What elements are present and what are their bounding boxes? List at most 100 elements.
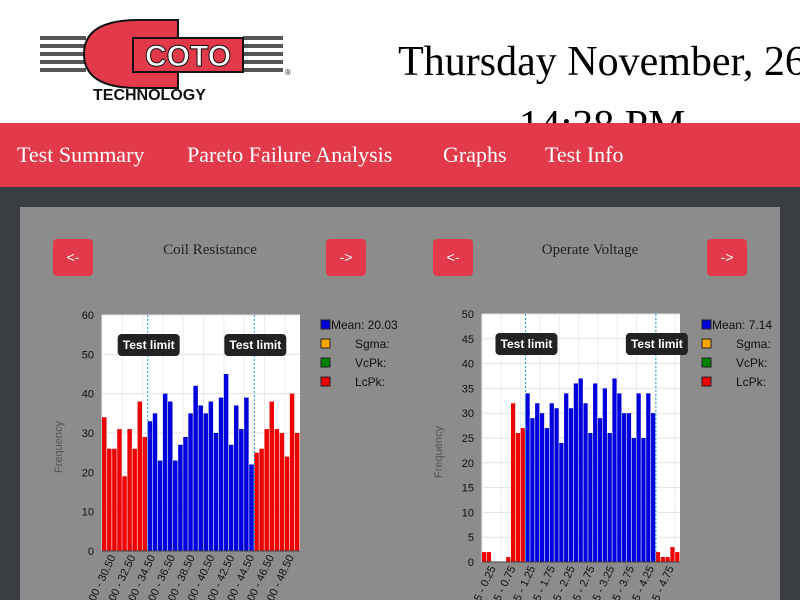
coil-bar xyxy=(284,456,290,551)
operate-bar xyxy=(588,433,593,562)
operate-bar xyxy=(651,413,656,562)
operate-bar xyxy=(622,413,627,562)
coil-bar xyxy=(178,444,183,551)
coil-bar xyxy=(162,393,168,551)
operate-bar xyxy=(510,403,516,562)
operate-y-tick-label: 40 xyxy=(462,359,474,371)
operate-y-tick-label: 0 xyxy=(468,557,474,569)
coil-bar xyxy=(228,444,234,551)
coil-bar xyxy=(142,436,148,551)
coil-bar xyxy=(294,433,300,551)
coil-test-limit-label: Test limit xyxy=(229,338,281,352)
operate-legend-swatch xyxy=(701,357,712,368)
operate-y-tick-label: 20 xyxy=(462,458,474,470)
coil-bar xyxy=(244,397,249,551)
operate-y-tick-label: 30 xyxy=(462,408,474,420)
coil-legend-swatch xyxy=(320,319,331,330)
coil-y-tick-label: 10 xyxy=(82,507,94,519)
operate-legend-swatch xyxy=(701,319,712,330)
coil-bar xyxy=(274,429,280,551)
coil-bar xyxy=(102,417,107,551)
coil-bar xyxy=(122,476,127,551)
coil-bar xyxy=(132,448,137,551)
operate-bar xyxy=(675,552,680,562)
coil-bar xyxy=(234,405,239,551)
operate-bar xyxy=(670,547,675,562)
coil-y-tick-label: 40 xyxy=(82,389,94,401)
operate-legend-swatch xyxy=(701,376,712,387)
operate-bar xyxy=(544,428,550,562)
operate-bar xyxy=(486,552,492,562)
coil-bar xyxy=(223,374,229,551)
coil-bar xyxy=(117,429,122,551)
coil-bar xyxy=(279,433,285,551)
coil-bar xyxy=(188,413,193,551)
coil-bar xyxy=(264,429,269,551)
operate-bar xyxy=(617,393,622,562)
coil-bar xyxy=(208,401,214,551)
coil-bar xyxy=(152,413,158,551)
operate-bar xyxy=(568,408,574,562)
coil-bar xyxy=(269,401,275,551)
operate-bar xyxy=(602,388,607,562)
operate-bar xyxy=(539,413,545,562)
operate-legend-label: LcPk: xyxy=(736,375,766,389)
operate-bar xyxy=(573,383,578,562)
coil-y-tick-label: 50 xyxy=(82,349,94,361)
coil-legend-label: Mean: 20.03 xyxy=(331,318,398,332)
operate-bar xyxy=(535,403,540,562)
operate-bar xyxy=(578,378,583,562)
coil-bar xyxy=(173,460,178,551)
coil-bar xyxy=(218,397,224,551)
coil-legend-swatch xyxy=(320,338,331,349)
operate-y-tick-label: 10 xyxy=(462,507,474,519)
operate-bar xyxy=(554,408,559,562)
operate-bar xyxy=(665,557,670,562)
operate-bar xyxy=(593,383,598,562)
operate-legend-label: Mean: 7.14 xyxy=(712,318,772,332)
coil-y-axis-label: Frequency xyxy=(53,421,65,473)
operate-legend-swatch xyxy=(701,338,712,349)
coil-bar xyxy=(147,421,153,551)
operate-bar xyxy=(530,418,535,562)
operate-legend-label: VcPk: xyxy=(736,356,767,370)
operate-bar xyxy=(636,393,641,562)
operate-bar xyxy=(549,403,554,562)
coil-bar xyxy=(107,448,112,551)
coil-legend-label: LcPk: xyxy=(355,375,385,389)
coil-bar xyxy=(137,401,143,551)
coil-y-tick-label: 30 xyxy=(82,428,94,440)
coil-bar xyxy=(157,460,163,551)
coil-bar xyxy=(254,452,259,551)
coil-bar xyxy=(249,464,254,551)
coil-bar xyxy=(259,448,264,551)
operate-bar xyxy=(631,438,636,562)
coil-bar xyxy=(168,401,173,551)
operate-bar xyxy=(564,393,569,562)
coil-bar xyxy=(213,433,219,551)
coil-bar xyxy=(198,405,203,551)
operate-y-tick-label: 5 xyxy=(468,532,474,544)
operate-bar xyxy=(660,557,665,562)
coil-bar xyxy=(239,429,244,551)
operate-bar xyxy=(583,403,588,562)
coil-legend-swatch xyxy=(320,376,331,387)
operate-bar xyxy=(506,557,511,562)
operate-y-tick-label: 25 xyxy=(462,433,474,445)
operate-y-axis-label: Frequency xyxy=(433,426,445,478)
coil-y-tick-label: 60 xyxy=(82,310,94,322)
operate-bar xyxy=(612,378,617,562)
coil-bar xyxy=(112,448,117,551)
coil-resistance-histogram: 0102030405060Test limit Test limit00 - 30… xyxy=(53,309,772,600)
coil-bar xyxy=(289,393,295,551)
coil-bar xyxy=(203,413,209,551)
operate-bar xyxy=(597,418,603,562)
operate-y-tick-label: 15 xyxy=(462,483,474,495)
operate-bar xyxy=(655,552,661,562)
coil-test-limit-label: Test limit xyxy=(123,338,175,352)
operate-y-tick-label: 50 xyxy=(462,309,474,321)
operate-bar xyxy=(559,442,564,562)
coil-y-tick-label: 20 xyxy=(82,467,94,479)
operate-bar xyxy=(626,413,632,562)
operate-chart-group: 0 5 10 15 20 25 30 35 40 45 50 Test limit Test limit… xyxy=(433,309,772,600)
